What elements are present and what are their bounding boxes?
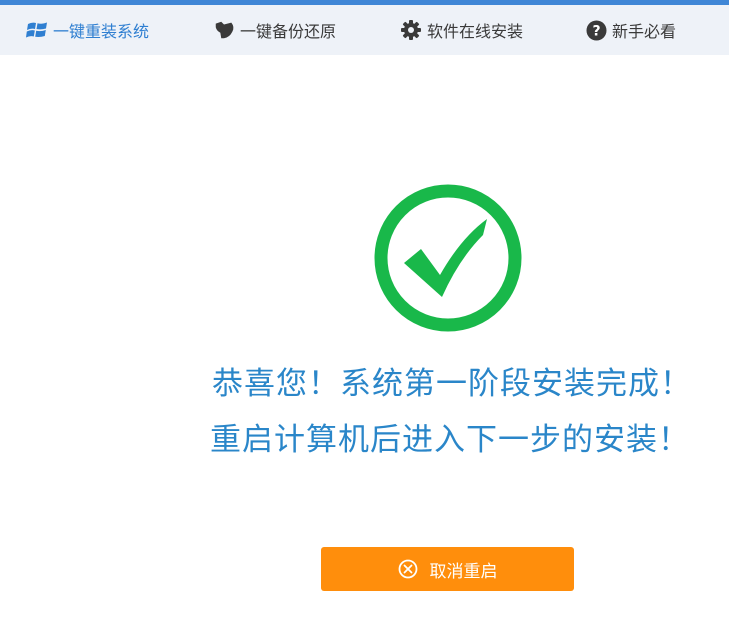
close-circle-icon xyxy=(398,559,418,579)
nav-item-backup-restore[interactable]: 一键备份还原 xyxy=(213,5,336,55)
nav-item-label: 软件在线安装 xyxy=(427,22,524,41)
check-circle-icon xyxy=(373,183,523,333)
nav-item-label: 一键重装系统 xyxy=(53,22,150,41)
nav-item-software-install[interactable]: 软件在线安装 xyxy=(400,5,523,55)
nav-item-label: 一键备份还原 xyxy=(240,22,337,41)
nav-item-label: 新手必看 xyxy=(612,22,677,41)
nav-item-beginner-guide[interactable]: ? 新手必看 xyxy=(585,5,676,55)
help-icon: ? xyxy=(585,19,607,41)
install-success-message: 恭喜您！系统第一阶段安装完成！ xyxy=(212,366,692,402)
restart-instruction-message: 重启计算机后进入下一步的安装！ xyxy=(210,422,690,458)
windows-icon xyxy=(26,19,48,41)
svg-text:?: ? xyxy=(592,23,600,39)
cancel-restart-button[interactable]: 取消重启 xyxy=(321,547,574,591)
top-nav: 一键重装系统 一键备份还原 软件在线安装 ? 新手必看 xyxy=(0,5,729,55)
nav-item-system-reinstall[interactable]: 一键重装系统 xyxy=(26,5,149,55)
backup-icon xyxy=(213,19,235,41)
cancel-restart-label: 取消重启 xyxy=(429,561,498,582)
gear-icon xyxy=(400,19,422,41)
